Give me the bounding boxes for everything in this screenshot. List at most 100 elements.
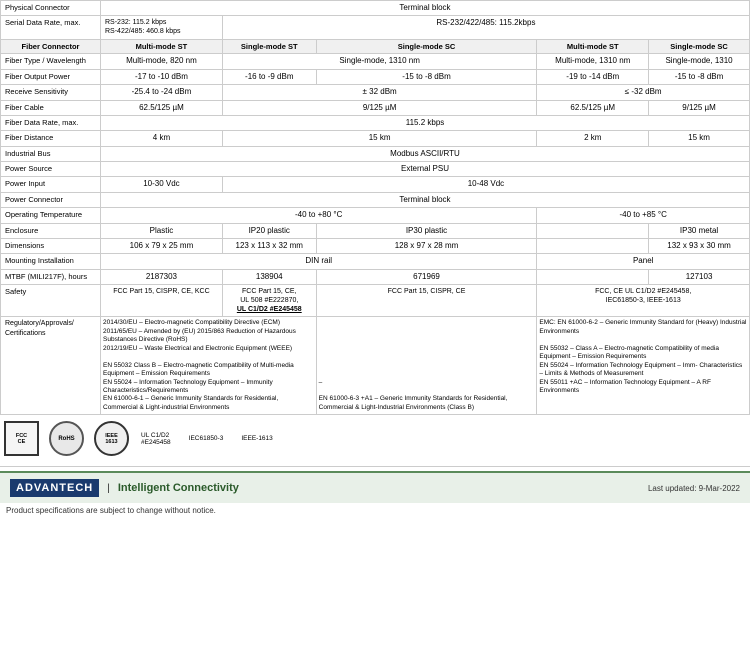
cert-logo-rohs: RoHS [49, 421, 84, 456]
cert-text-iec: IEC61850-3 [189, 435, 224, 442]
row-value [537, 223, 649, 238]
table-row: Fiber Type / Wavelength Multi-mode, 820 … [1, 54, 750, 69]
row-value: FCC Part 15, CISPR, CE, KCC [101, 285, 223, 317]
row-value: -15 to -8 dBm [316, 69, 537, 84]
row-value: 9/125 µM [649, 100, 750, 115]
footer-note-row: Product specifications are subject to ch… [0, 503, 750, 517]
row-value: FCC, CE UL C1/D2 #E245458,IEC61850-3, IE… [537, 285, 750, 317]
cert-logo-ieee: IEEE1613 [94, 421, 129, 456]
row-label: Power Connector [1, 192, 101, 207]
row-label: Power Input [1, 177, 101, 192]
table-row: Mounting Installation DIN rail Panel [1, 254, 750, 269]
row-value: -25.4 to -24 dBm [101, 85, 223, 100]
row-value: 132 x 93 x 30 mm [649, 239, 750, 254]
cert-text-labels: UL C1/D2 #E245458 [141, 432, 171, 446]
row-value: External PSU [101, 162, 750, 177]
row-value: 15 km [649, 131, 750, 146]
row-label: Operating Temperature [1, 208, 101, 223]
row-value: Panel [537, 254, 750, 269]
row-value: -17 to -10 dBm [101, 69, 223, 84]
page-wrapper: Physical Connector Terminal block Serial… [0, 0, 750, 517]
row-label: Dimensions [1, 239, 101, 254]
table-row: Physical Connector Terminal block [1, 1, 750, 16]
row-value: 123 x 113 x 32 mm [222, 239, 316, 254]
cert-icon-ieee: IEEE1613 [94, 421, 129, 456]
table-row: Regulatory/Approvals/Certifications 2014… [1, 317, 750, 415]
col-header: Single-mode SC [316, 39, 537, 54]
row-value: 671969 [316, 269, 537, 284]
cert-icon-fcc: FCCCE [4, 421, 39, 456]
col-header: Fiber Connector [1, 39, 101, 54]
table-row: Enclosure Plastic IP20 plastic IP30 plas… [1, 223, 750, 238]
row-value: ≤ -32 dBm [537, 85, 750, 100]
cert-icon-rohs: RoHS [49, 421, 84, 456]
row-value: Modbus ASCII/RTU [101, 146, 750, 161]
brand-tagline: Intelligent Connectivity [118, 482, 239, 494]
row-value: Plastic [101, 223, 223, 238]
row-value: 10-30 Vdc [101, 177, 223, 192]
row-value: 106 x 79 x 25 mm [101, 239, 223, 254]
spec-table: Physical Connector Terminal block Serial… [0, 0, 750, 415]
table-row: Industrial Bus Modbus ASCII/RTU [1, 146, 750, 161]
table-row: Operating Temperature -40 to +80 °C -40 … [1, 208, 750, 223]
table-row: Serial Data Rate, max. RS-232: 115.2 kbp… [1, 16, 750, 39]
footer-note: Product specifications are subject to ch… [6, 506, 216, 515]
row-value: -16 to -9 dBm [222, 69, 316, 84]
row-value: EMC: EN 61000-6-2 – Generic Immunity Sta… [537, 317, 750, 415]
row-value: 4 km [101, 131, 223, 146]
table-row: Power Source External PSU [1, 162, 750, 177]
row-value: 9/125 µM [222, 100, 537, 115]
row-value: IP30 plastic [316, 223, 537, 238]
row-value: Single-mode, 1310 [649, 54, 750, 69]
row-value: Multi-mode, 1310 nm [537, 54, 649, 69]
row-value: Terminal block [101, 192, 750, 207]
row-value: -40 to +80 °C [101, 208, 537, 223]
row-label: Safety [1, 285, 101, 317]
row-value: FCC Part 15, CISPR, CE [316, 285, 537, 317]
row-value: IP30 metal [649, 223, 750, 238]
row-value: Single-mode, 1310 nm [222, 54, 537, 69]
row-value: DIN rail [101, 254, 537, 269]
row-value: 62.5/125 µM [537, 100, 649, 115]
row-label: Fiber Distance [1, 131, 101, 146]
row-value: ± 32 dBm [222, 85, 537, 100]
footer-divider [0, 466, 750, 467]
cert-label-ieee: IEEE-1613 [241, 435, 272, 442]
footer-updated: Last updated: 9-Mar-2022 [648, 484, 740, 493]
table-row: Fiber Data Rate, max. 115.2 kbps [1, 115, 750, 130]
row-value: 10-48 Vdc [222, 177, 749, 192]
row-value: 138904 [222, 269, 316, 284]
table-row: Fiber Cable 62.5/125 µM 9/125 µM 62.5/12… [1, 100, 750, 115]
column-header-row: Fiber Connector Multi-mode ST Single-mod… [1, 39, 750, 54]
row-value: IP20 plastic [222, 223, 316, 238]
row-label: Industrial Bus [1, 146, 101, 161]
col-header: Single-mode SC [649, 39, 750, 54]
footer-bar: ADVANTECH | Intelligent Connectivity Las… [0, 471, 750, 503]
row-value: 62.5/125 µM [101, 100, 223, 115]
cert-label-iec: IEC61850-3 [189, 435, 224, 442]
table-row: MTBF (MILI217F), hours 2187303 138904 67… [1, 269, 750, 284]
row-label: Fiber Output Power [1, 69, 101, 84]
row-value: FCC Part 15, CE,UL 508 #E222870,UL C1/D2… [222, 285, 316, 317]
table-row: Safety FCC Part 15, CISPR, CE, KCC FCC P… [1, 285, 750, 317]
row-value: RS-232/422/485: 115.2kbps [222, 16, 749, 39]
row-value: Multi-mode, 820 nm [101, 54, 223, 69]
cert-logos-row: FCCCE RoHS IEEE1613 UL C1/D2 #E245458 IE… [0, 415, 750, 462]
row-value: 127103 [649, 269, 750, 284]
footer-brand: ADVANTECH | Intelligent Connectivity [10, 479, 239, 497]
table-row: Fiber Output Power -17 to -10 dBm -16 to… [1, 69, 750, 84]
row-label: Fiber Cable [1, 100, 101, 115]
row-label: Mounting Installation [1, 254, 101, 269]
table-row: Power Input 10-30 Vdc 10-48 Vdc [1, 177, 750, 192]
cert-logo-fcc: FCCCE [4, 421, 39, 456]
row-label: Enclosure [1, 223, 101, 238]
row-label: Power Source [1, 162, 101, 177]
row-value: RS-232: 115.2 kbpsRS-422/485: 460.8 kbps [101, 16, 223, 39]
cert-text-ieee: IEEE-1613 [241, 435, 272, 442]
col-header: Multi-mode ST [101, 39, 223, 54]
table-row: Dimensions 106 x 79 x 25 mm 123 x 113 x … [1, 239, 750, 254]
col-header: Multi-mode ST [537, 39, 649, 54]
row-label: Serial Data Rate, max. [1, 16, 101, 39]
row-value: 128 x 97 x 28 mm [316, 239, 537, 254]
row-value: -15 to -8 dBm [649, 69, 750, 84]
